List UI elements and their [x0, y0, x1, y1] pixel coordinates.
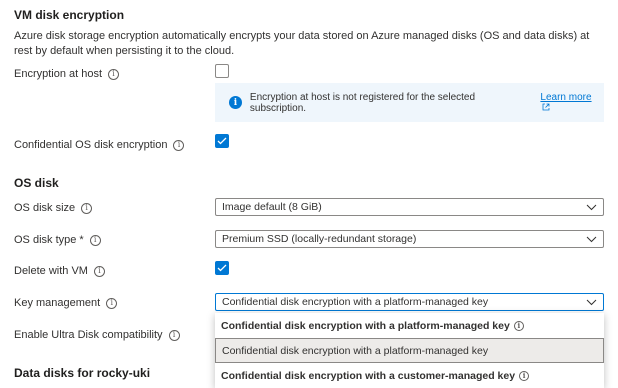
- ultra-disk-label: Enable Ultra Disk compatibility i: [14, 329, 180, 341]
- registration-info-bar: i Encryption at host is not registered f…: [215, 83, 604, 122]
- confidential-os-disk-encryption-label: Confidential OS disk encryption i: [14, 139, 185, 151]
- option-text: Confidential disk encryption with a plat…: [222, 344, 489, 357]
- checkmark-icon: [217, 264, 227, 272]
- checkmark-icon: [217, 137, 227, 145]
- key-management-value: Confidential disk encryption with a plat…: [222, 296, 489, 308]
- encryption-at-host-text: Encryption at host: [14, 68, 103, 80]
- dropdown-option-platform-key-header[interactable]: Confidential disk encryption with a plat…: [215, 313, 604, 338]
- os-disk-size-value: Image default (8 GiB): [222, 201, 322, 213]
- delete-with-vm-checkbox[interactable]: [215, 261, 229, 275]
- learn-more-link[interactable]: Learn more: [540, 92, 604, 114]
- key-management-dropdown: Confidential disk encryption with a plat…: [215, 313, 604, 388]
- info-icon[interactable]: i: [81, 202, 93, 214]
- data-disks-title: Data disks for rocky-uki: [14, 366, 151, 380]
- info-icon[interactable]: i: [168, 329, 180, 341]
- os-disk-type-select[interactable]: Premium SSD (locally-redundant storage): [215, 230, 604, 248]
- key-management-select[interactable]: Confidential disk encryption with a plat…: [215, 293, 604, 311]
- info-icon[interactable]: i: [93, 265, 105, 277]
- infobar-text: Encryption at host is not registered for…: [249, 91, 476, 114]
- info-filled-icon: i: [229, 96, 242, 109]
- learn-more-text: Learn more: [540, 91, 592, 103]
- ultra-disk-text: Enable Ultra Disk compatibility: [14, 329, 163, 341]
- os-disk-size-select[interactable]: Image default (8 GiB): [215, 198, 604, 216]
- option-text: Confidential disk encryption with a cust…: [221, 369, 516, 382]
- encryption-at-host-checkbox[interactable]: [215, 64, 229, 78]
- info-icon[interactable]: i: [173, 139, 185, 151]
- key-management-label: Key management i: [14, 297, 118, 309]
- os-disk-type-text: OS disk type *: [14, 234, 84, 246]
- os-disk-size-label: OS disk size i: [14, 202, 93, 214]
- os-disk-type-label: OS disk type * i: [14, 234, 101, 246]
- info-icon[interactable]: i: [108, 68, 120, 80]
- info-icon[interactable]: i: [106, 297, 118, 309]
- delete-with-vm-text: Delete with VM: [14, 265, 88, 277]
- vm-disk-encryption-description: Azure disk storage encryption automatica…: [14, 30, 590, 57]
- encryption-at-host-label: Encryption at host i: [14, 68, 120, 80]
- os-disk-size-text: OS disk size: [14, 202, 76, 214]
- dropdown-option-platform-key[interactable]: Confidential disk encryption with a plat…: [215, 338, 604, 363]
- os-disk-type-value: Premium SSD (locally-redundant storage): [222, 233, 417, 245]
- key-management-text: Key management: [14, 297, 101, 309]
- chevron-down-icon: [586, 204, 597, 210]
- confidential-os-disk-encryption-checkbox[interactable]: [215, 134, 229, 148]
- info-icon[interactable]: i: [89, 234, 101, 246]
- chevron-down-icon: [586, 236, 597, 242]
- delete-with-vm-label: Delete with VM i: [14, 265, 105, 277]
- vm-disk-encryption-title: VM disk encryption: [14, 8, 125, 22]
- info-icon[interactable]: i: [519, 370, 530, 381]
- chevron-down-icon: [586, 299, 597, 305]
- dropdown-option-customer-key[interactable]: Confidential disk encryption with a cust…: [215, 363, 604, 388]
- info-icon[interactable]: i: [513, 320, 524, 331]
- confidential-os-disk-encryption-text: Confidential OS disk encryption: [14, 139, 168, 151]
- external-link-icon: [543, 103, 550, 110]
- option-text: Confidential disk encryption with a plat…: [221, 319, 510, 332]
- os-disk-title: OS disk: [14, 176, 59, 190]
